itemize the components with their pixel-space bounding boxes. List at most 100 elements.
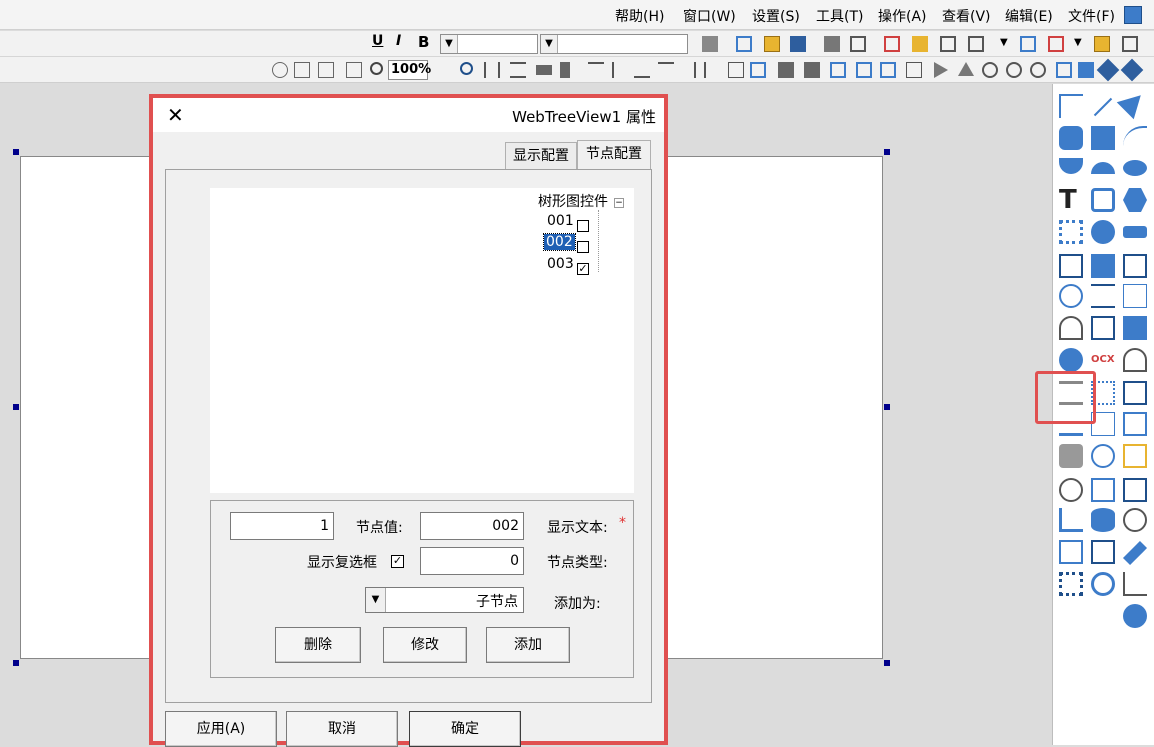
arrange-icon[interactable] — [1078, 62, 1094, 78]
image-icon[interactable] — [1091, 254, 1115, 278]
chart-window-icon[interactable] — [1123, 412, 1147, 436]
modify-button[interactable]: 修改 — [383, 627, 467, 663]
menu-edit[interactable]: 编辑(E) — [1005, 6, 1053, 26]
tab-node-config[interactable]: 节点配置 — [577, 140, 651, 170]
display-text-input[interactable]: 002 — [420, 512, 524, 540]
save-icon[interactable] — [1020, 36, 1036, 52]
tree-preview[interactable]: − 树形图控件 001 002 ✓ 003 — [210, 188, 634, 493]
italic-button[interactable]: I — [396, 33, 412, 49]
resize-handle[interactable] — [884, 660, 890, 666]
new-file-icon[interactable] — [1122, 36, 1138, 52]
ungroup-icon[interactable] — [750, 62, 766, 78]
close-file-icon[interactable] — [1048, 36, 1064, 52]
align-top-icon[interactable] — [658, 62, 674, 78]
resize-handle[interactable] — [13, 149, 19, 155]
resize-handle[interactable] — [884, 149, 890, 155]
align-center-v-icon[interactable] — [588, 62, 604, 78]
hexagon-icon[interactable] — [1123, 188, 1147, 212]
cut-icon[interactable] — [968, 36, 984, 52]
layers-icon[interactable] — [1096, 58, 1120, 82]
delete-button[interactable]: 删除 — [275, 627, 361, 663]
same-height-icon[interactable] — [560, 62, 570, 78]
zoom-combo[interactable]: 100% — [388, 60, 431, 80]
link-icon[interactable] — [1123, 254, 1147, 278]
menu-settings[interactable]: 设置(S) — [752, 6, 800, 26]
checkbox-icon[interactable] — [1059, 254, 1083, 278]
list-icon[interactable] — [1059, 540, 1083, 564]
zoom-in-icon[interactable] — [460, 62, 473, 75]
unlock-icon[interactable] — [906, 62, 922, 78]
align-bottom-icon[interactable] — [634, 62, 650, 78]
send-back-icon[interactable] — [804, 62, 820, 78]
valve-icon[interactable] — [1059, 348, 1083, 372]
menu-file[interactable]: 文件(F) — [1068, 6, 1115, 26]
flip-h-icon[interactable] — [934, 62, 948, 78]
bring-front-icon[interactable] — [778, 62, 794, 78]
node-checkbox[interactable] — [577, 241, 589, 253]
apply-button[interactable]: 应用(A) — [165, 711, 277, 747]
arc-icon[interactable] — [1123, 126, 1147, 150]
stack-icon[interactable] — [1120, 58, 1144, 82]
chevron-down-icon[interactable]: ▼ — [1074, 37, 1090, 53]
collapse-icon[interactable]: − — [614, 198, 624, 208]
line-chart-icon[interactable] — [1123, 572, 1147, 596]
timer-icon[interactable] — [1091, 444, 1115, 468]
font-family-combo[interactable]: ▼ — [540, 34, 688, 54]
gauge-icon[interactable] — [1059, 478, 1083, 502]
line-icon[interactable] — [1093, 97, 1113, 117]
window-icon[interactable] — [736, 36, 752, 52]
chevron-down-icon[interactable]: ▼ — [1000, 37, 1016, 53]
tree-root-label[interactable]: 树形图控件 — [538, 191, 608, 211]
rotate-right-icon[interactable] — [1006, 62, 1022, 78]
rectangle-icon[interactable] — [1091, 126, 1115, 150]
tree-node-selected[interactable]: 002 — [543, 233, 576, 251]
shapes-icon[interactable] — [1056, 62, 1072, 78]
polyline-icon[interactable] — [1059, 94, 1083, 118]
pointer-icon[interactable] — [1116, 86, 1150, 120]
slider-icon[interactable] — [1123, 226, 1147, 238]
stop-icon[interactable] — [702, 36, 718, 52]
pie-chart-icon[interactable] — [1123, 604, 1147, 628]
distribute-h-icon[interactable] — [484, 62, 500, 78]
distribute-v-icon[interactable] — [510, 62, 526, 78]
qrcode-icon[interactable] — [1059, 572, 1083, 596]
flip-v-icon[interactable] — [958, 62, 974, 76]
align-center-h-icon[interactable] — [612, 62, 628, 78]
pie-outline-icon[interactable] — [1123, 508, 1147, 532]
pipe-icon[interactable] — [1091, 188, 1115, 212]
layer-up-icon[interactable] — [830, 62, 846, 78]
menu-window[interactable]: 窗口(W) — [683, 6, 736, 26]
fit-page-icon[interactable] — [346, 62, 362, 78]
center-icon[interactable] — [318, 62, 334, 78]
sort-icon[interactable] — [1091, 284, 1115, 308]
node-type-input[interactable]: 0 — [420, 547, 524, 575]
ellipse-icon[interactable] — [1123, 160, 1147, 176]
node-checkbox[interactable] — [577, 220, 589, 232]
align-right-icon[interactable] — [680, 62, 696, 78]
clipboard-icon[interactable] — [1091, 540, 1115, 564]
building-icon[interactable] — [790, 36, 806, 52]
grid-icon[interactable] — [1059, 220, 1083, 244]
paste-icon[interactable] — [940, 36, 956, 52]
sector-icon[interactable] — [1059, 158, 1083, 174]
align-left-icon[interactable] — [704, 62, 720, 78]
xyz-icon[interactable] — [1123, 284, 1147, 308]
gear-icon[interactable] — [1091, 220, 1115, 244]
zoom-out-icon[interactable] — [370, 62, 383, 75]
layer-down-icon[interactable] — [856, 62, 872, 78]
resize-handle[interactable] — [13, 404, 19, 410]
open-folder-icon[interactable] — [1094, 36, 1110, 52]
bell-icon[interactable] — [1123, 348, 1147, 372]
same-width-icon[interactable] — [536, 65, 552, 75]
bar-chart-icon[interactable] — [1059, 508, 1083, 532]
parking-icon[interactable] — [1059, 444, 1083, 468]
bold-button[interactable]: B — [418, 33, 434, 51]
report-icon[interactable] — [1123, 444, 1147, 468]
rotate-left-icon[interactable] — [982, 62, 998, 78]
tab-display-config[interactable]: 显示配置 — [505, 142, 577, 170]
add-as-select[interactable]: ▼ 子节点 — [365, 587, 524, 613]
menu-actions[interactable]: 操作(A) — [878, 6, 927, 26]
clock-icon[interactable] — [1059, 284, 1083, 308]
resize-handle[interactable] — [884, 404, 890, 410]
node-checkbox-checked[interactable]: ✓ — [577, 263, 589, 275]
